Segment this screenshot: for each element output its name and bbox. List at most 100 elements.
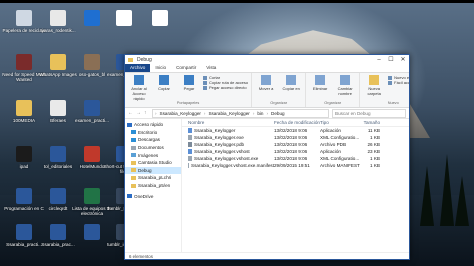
nav-item[interactable]: Descargas bbox=[125, 136, 181, 144]
file-size: 1 KB bbox=[370, 156, 380, 161]
desktop-icon-item[interactable] bbox=[138, 10, 182, 50]
nav-item[interactable]: Documentos bbox=[125, 144, 181, 152]
document-icon bbox=[16, 224, 32, 240]
file-name: Ssarabia_Keylogger.vshost.exe bbox=[194, 156, 259, 161]
breadcrumb-separator: › bbox=[266, 110, 269, 116]
back-icon[interactable]: ← bbox=[128, 110, 133, 116]
file-type: Aplicación bbox=[320, 149, 341, 154]
desktop-icon-item[interactable]: examen_practi... bbox=[70, 100, 114, 140]
column-type[interactable]: Tipo bbox=[320, 120, 360, 125]
nav-item[interactable]: Camtasia Studio bbox=[125, 159, 181, 167]
document-icon bbox=[84, 188, 100, 204]
document-icon bbox=[84, 100, 100, 116]
table-row[interactable]: Ssarabia_Keylogger 13/02/2018 9:06 Aplicac… bbox=[182, 127, 409, 134]
search-input[interactable]: Buscar en Debug bbox=[332, 108, 406, 118]
nav-item[interactable]: Acceso rápido bbox=[125, 121, 181, 129]
file-type: XML Configuratio... bbox=[320, 135, 360, 140]
maximize-button[interactable]: ☐ bbox=[385, 56, 397, 63]
window-title: Debug bbox=[137, 56, 152, 63]
ribbon-button-icon bbox=[286, 75, 297, 85]
image-icon bbox=[84, 54, 100, 70]
minimize-button[interactable]: – bbox=[373, 57, 385, 63]
column-date[interactable]: Fecha de modificación bbox=[274, 120, 320, 125]
ribbon-group: Nueva carpetaNuevo elementoFácil accesoN… bbox=[360, 73, 409, 107]
ribbon-small-icon bbox=[203, 80, 207, 85]
pictures-icon bbox=[131, 153, 136, 158]
ribbon-small-button[interactable]: Fácil acceso bbox=[388, 80, 409, 85]
address-bar[interactable]: › Ssarabia_Keylogger › Ssarabia_Keylogger › b… bbox=[152, 108, 329, 118]
ribbon-group: Eliminar Cambiar nombre Organizar bbox=[306, 73, 361, 107]
ribbon-button-label: Nueva carpeta bbox=[367, 86, 381, 96]
tab-compartir[interactable]: Compartir bbox=[171, 64, 201, 72]
document-icon bbox=[50, 100, 66, 116]
ribbon-group-label: Portapapeles bbox=[176, 101, 200, 105]
ribbon-button[interactable]: Cambiar nombre bbox=[334, 75, 356, 96]
breadcrumb-item[interactable]: bin bbox=[257, 111, 263, 116]
nav-item[interactable]: Ssarabia_pLchri bbox=[125, 174, 181, 182]
file-rows: Ssarabia_Keylogger 13/02/2018 9:06 Aplicac… bbox=[182, 127, 409, 169]
folder-icon bbox=[131, 183, 136, 188]
file-date: 13/02/2018 9:06 bbox=[274, 128, 308, 133]
nav-item[interactable]: OneDrive bbox=[125, 192, 181, 200]
ribbon-button[interactable]: Eliminar bbox=[309, 75, 331, 91]
document-icon bbox=[50, 188, 66, 204]
ribbon-button[interactable]: Mover a bbox=[255, 75, 277, 91]
nav-item[interactable]: Escritorio bbox=[125, 129, 181, 137]
ribbon-group-label: Nuevo bbox=[387, 101, 399, 105]
table-row[interactable]: Ssarabia_Keylogger.vshost.exe 13/02/2018 … bbox=[182, 155, 409, 162]
ribbon-group-buttons: Nueva carpeta Nuevo elementoFácil acceso bbox=[363, 75, 409, 96]
file-name: Ssarabia_Keylogger.vshost bbox=[194, 149, 250, 154]
nav-item-label: Ssarabia_pLchri bbox=[138, 175, 172, 181]
tab-vista[interactable]: Vista bbox=[201, 64, 221, 72]
nav-item[interactable]: Debug bbox=[125, 166, 181, 175]
ribbon-small-button[interactable]: Pegar acceso directo bbox=[203, 85, 248, 90]
ribbon-small-label: Pegar acceso directo bbox=[209, 85, 247, 90]
file-name: Ssarabia_Keylogger.vshost.exe.manifest bbox=[191, 163, 274, 168]
nav-item[interactable]: Ssarabia_p5/en bbox=[125, 182, 181, 190]
file-date: 13/02/2018 9:06 bbox=[274, 135, 308, 140]
document-icon bbox=[16, 188, 32, 204]
tab-inicio[interactable]: Inicio bbox=[150, 64, 171, 72]
nav-item[interactable]: Imágenes bbox=[125, 151, 181, 159]
table-row[interactable]: Ssarabia_Keylogger.vshost.exe.manifest 29… bbox=[182, 162, 409, 169]
folder-icon bbox=[16, 100, 32, 116]
ribbon-button[interactable]: Copiar en bbox=[280, 75, 302, 91]
column-name[interactable]: Nombre bbox=[182, 120, 274, 125]
explorer-body: Acceso rápido Escritorio Descargas Document… bbox=[125, 119, 409, 252]
ribbon-button[interactable]: Pegar bbox=[178, 75, 200, 91]
ribbon-group-buttons: Mover a Copiar en bbox=[255, 75, 302, 91]
folder-icon bbox=[50, 54, 66, 70]
breadcrumb-separator: › bbox=[203, 110, 206, 116]
up-icon[interactable]: ↑ bbox=[144, 110, 149, 116]
forward-icon[interactable]: → bbox=[136, 110, 141, 116]
ribbon-group-label: Organizar bbox=[270, 101, 287, 105]
desktop: Papelera de reciclaje Ivaras_rodentik... N… bbox=[0, 0, 474, 266]
table-row[interactable]: Ssarabia_Keylogger.vshost 13/02/2018 9:06… bbox=[182, 148, 409, 155]
ribbon-small-icon bbox=[388, 80, 393, 85]
nav-item-label: OneDrive bbox=[134, 193, 154, 199]
folder-icon bbox=[131, 175, 136, 180]
column-size[interactable]: Tamaño bbox=[360, 120, 380, 125]
download-icon bbox=[131, 137, 136, 142]
ribbon-button[interactable]: Anclar al Acceso rápido bbox=[128, 75, 150, 101]
ribbon-small-icon bbox=[203, 75, 207, 80]
speaker-icon bbox=[152, 10, 168, 26]
desktop-icon bbox=[131, 130, 136, 135]
breadcrumb-item[interactable]: Ssarabia_Keylogger bbox=[160, 111, 201, 116]
ribbon-button-icon bbox=[315, 75, 326, 85]
breadcrumb-item[interactable]: Ssarabia_Keylogger bbox=[208, 111, 249, 116]
ribbon-small-buttons: Nuevo elementoFácil acceso bbox=[388, 75, 409, 85]
close-button[interactable]: ✕ bbox=[397, 56, 409, 63]
tab-archivo[interactable]: Archivo bbox=[125, 64, 151, 72]
breadcrumb-separator: › bbox=[155, 110, 157, 116]
ribbon-button-label: Copiar bbox=[158, 86, 170, 91]
table-row[interactable]: Ssarabia_Keylogger.exe 13/02/2018 9:06 XML… bbox=[182, 134, 409, 141]
ribbon-button[interactable]: Copiar bbox=[153, 75, 175, 91]
breadcrumb-item[interactable]: Debug bbox=[271, 111, 285, 116]
nav-item-label: Escritorio bbox=[138, 129, 158, 135]
game-icon bbox=[16, 54, 32, 70]
ribbon-button[interactable]: Nueva carpeta bbox=[363, 75, 385, 96]
document-icon bbox=[116, 10, 132, 26]
table-row[interactable]: Ssarabia_Keylogger.pdb 13/02/2018 9:06 Arc… bbox=[182, 141, 409, 148]
documents-icon bbox=[131, 145, 136, 150]
